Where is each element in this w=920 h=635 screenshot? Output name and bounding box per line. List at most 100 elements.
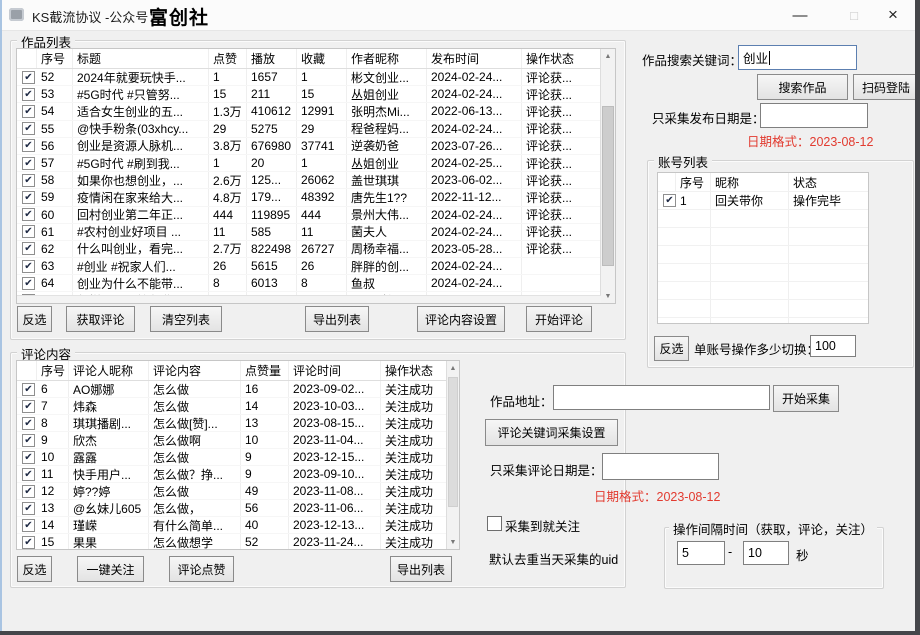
accounts-invert-button[interactable]: 反选 <box>654 336 689 361</box>
table-row[interactable]: ✔57#5G时代 #刷到我...1201丛姐创业2024-02-25...评论获… <box>17 155 601 172</box>
row-checkbox[interactable]: ✔ <box>22 88 35 101</box>
start-collect-button[interactable]: 开始采集 <box>773 385 839 412</box>
row-checkbox[interactable]: ✔ <box>22 174 35 187</box>
row-checkbox[interactable]: ✔ <box>22 536 35 549</box>
table-row[interactable]: ✔59疫情闲在家来给大...4.8万179...48392唐先生1??2022-… <box>17 189 601 206</box>
row-checkbox[interactable]: ✔ <box>22 105 35 118</box>
like-comments-button[interactable]: 评论点赞 <box>169 556 234 582</box>
interval-from-input[interactable]: 5 <box>677 541 725 565</box>
table-row[interactable]: ✔64创业为什么不能带...860138鱼叔2024-02-24... <box>17 275 601 292</box>
cell-status: 关注成功 <box>381 534 447 549</box>
row-checkbox[interactable]: ✔ <box>22 400 35 413</box>
cell-seq <box>676 210 711 227</box>
minimize-button[interactable]: — <box>782 0 818 30</box>
table-row[interactable] <box>658 228 868 246</box>
table-row[interactable]: ✔55@快手粉条(03xhcy...29527529程爸程妈...2024-02… <box>17 121 601 138</box>
maximize-button[interactable]: □ <box>836 0 872 30</box>
column-header: 发布时间 <box>427 49 522 68</box>
comments-vertical-scrollbar[interactable]: ▲ ▼ <box>446 361 459 549</box>
table-row[interactable]: ✔13@幺妹儿605怎么做，562023-11-06...关注成功 <box>17 500 447 517</box>
scrollbar-thumb[interactable] <box>448 377 458 507</box>
publish-date-input[interactable] <box>760 103 868 128</box>
table-row[interactable]: ✔6AO娜娜怎么做162023-09-02...关注成功 <box>17 381 447 398</box>
interval-to-input[interactable]: 10 <box>743 541 789 565</box>
row-checkbox[interactable]: ✔ <box>22 519 35 532</box>
row-checkbox[interactable]: ✔ <box>22 468 35 481</box>
comment-content-settings-button[interactable]: 评论内容设置 <box>417 306 505 332</box>
table-row[interactable]: ✔63#创业 #祝家人们...26561526胖胖的创...2024-02-24… <box>17 258 601 275</box>
table-row[interactable]: ✔522024年就要玩快手...116571彬文创业...2024-02-24.… <box>17 69 601 86</box>
follow-on-collect-checkbox[interactable] <box>487 516 502 531</box>
close-button[interactable]: × <box>874 0 912 30</box>
comment-date-input[interactable] <box>602 453 719 480</box>
cell-nick <box>711 246 789 263</box>
row-checkbox[interactable]: ✔ <box>22 277 35 290</box>
comments-invert-button[interactable]: 反选 <box>17 556 52 582</box>
search-works-button[interactable]: 搜索作品 <box>757 74 848 100</box>
table-row[interactable] <box>658 318 868 323</box>
qr-login-button[interactable]: 扫码登陆 <box>853 74 915 100</box>
row-checkbox[interactable]: ✔ <box>22 242 35 255</box>
table-row[interactable]: ✔53#5G时代 #只管努...1521115丛姐创业2024-02-24...… <box>17 86 601 103</box>
row-checkbox[interactable]: ✔ <box>22 157 35 170</box>
row-checkbox[interactable]: ✔ <box>22 485 35 498</box>
works-invert-button[interactable]: 反选 <box>17 306 52 332</box>
row-checkbox[interactable]: ✔ <box>22 383 35 396</box>
scroll-down-icon[interactable]: ▼ <box>447 535 459 549</box>
row-checkbox[interactable]: ✔ <box>22 260 35 273</box>
follow-all-button[interactable]: 一键关注 <box>77 556 144 582</box>
column-header: 收藏 <box>297 49 347 68</box>
scroll-up-icon[interactable]: ▲ <box>601 49 615 63</box>
clear-list-button[interactable]: 清空列表 <box>150 306 222 332</box>
table-row[interactable]: ✔56创业是资源人脉机...3.8万67698037741逆袭奶爸2023-07… <box>17 138 601 155</box>
table-row[interactable] <box>658 282 868 300</box>
row-checkbox[interactable]: ✔ <box>22 191 35 204</box>
account-switch-input[interactable]: 100 <box>810 335 856 357</box>
table-row[interactable]: ✔58如果你也想创业，...2.6万125...26062盖世琪琪2023-06… <box>17 172 601 189</box>
start-comment-button[interactable]: 开始评论 <box>526 306 592 332</box>
export-comments-button[interactable]: 导出列表 <box>390 556 452 582</box>
work-url-input[interactable] <box>553 385 770 410</box>
table-row[interactable]: ✔11快手用户...怎么做？挣...92023-09-10...关注成功 <box>17 466 447 483</box>
search-keyword-value: 创业 <box>743 48 768 67</box>
scroll-up-icon[interactable]: ▲ <box>447 361 459 375</box>
cell-count: 16 <box>241 381 289 397</box>
table-row[interactable] <box>658 300 868 318</box>
row-checkbox[interactable]: ✔ <box>22 434 35 447</box>
fetch-comments-button[interactable]: 获取评论 <box>66 306 135 332</box>
search-keyword-input[interactable]: 创业 <box>738 45 857 70</box>
table-row[interactable]: ✔54适合女生创业的五...1.3万41061212991张明杰Mi...202… <box>17 103 601 120</box>
table-row[interactable]: ✔61#农村创业好项目 ...1158511菌夫人2024-02-24...评论… <box>17 224 601 241</box>
table-row[interactable]: ✔60回村创业第二年正...444119895444景州大伟...2024-02… <box>17 207 601 224</box>
row-checkbox[interactable]: ✔ <box>663 194 676 207</box>
row-checkbox[interactable]: ✔ <box>22 122 35 135</box>
row-checkbox[interactable]: ✔ <box>22 502 35 515</box>
table-row[interactable]: ✔14瑾嵘有什么简单...402023-12-13...关注成功 <box>17 517 447 534</box>
row-checkbox[interactable]: ✔ <box>22 208 35 221</box>
row-checkbox[interactable]: ✔ <box>22 225 35 238</box>
table-row[interactable]: ✔9欣杰怎么做啊102023-11-04...关注成功 <box>17 432 447 449</box>
table-row[interactable]: ✔10露露怎么做92023-12-15...关注成功 <box>17 449 447 466</box>
table-row[interactable] <box>658 246 868 264</box>
row-checkbox[interactable]: ✔ <box>22 451 35 464</box>
table-row[interactable]: ✔1回关带你操作完毕 <box>658 192 868 210</box>
table-row[interactable] <box>658 264 868 282</box>
row-checkbox[interactable]: ✔ <box>22 417 35 430</box>
table-row[interactable]: ✔62什么叫创业，看完...2.7万82249826727周杨幸福...2023… <box>17 241 601 258</box>
table-row[interactable]: ✔12婷??婷怎么做492023-11-08...关注成功 <box>17 483 447 500</box>
keyword-collect-settings-button[interactable]: 评论关键词采集设置 <box>485 419 618 446</box>
table-row[interactable]: ✔15果果怎么做想学522023-11-24...关注成功 <box>17 534 447 549</box>
scrollbar-thumb[interactable] <box>602 106 614 266</box>
cell-nick <box>711 282 789 299</box>
cell-seq <box>676 228 711 245</box>
row-checkbox[interactable]: ✔ <box>22 71 35 84</box>
export-works-button[interactable]: 导出列表 <box>305 306 369 332</box>
scroll-down-icon[interactable]: ▼ <box>601 289 615 303</box>
works-horizontal-scrollbar[interactable] <box>17 295 601 303</box>
header-spacer <box>658 173 676 191</box>
works-vertical-scrollbar[interactable]: ▲ ▼ <box>600 49 615 303</box>
row-checkbox[interactable]: ✔ <box>22 139 35 152</box>
table-row[interactable] <box>658 210 868 228</box>
table-row[interactable]: ✔7炜森怎么做142023-10-03...关注成功 <box>17 398 447 415</box>
table-row[interactable]: ✔8琪琪播剧...怎么做[赞]...132023-08-15...关注成功 <box>17 415 447 432</box>
